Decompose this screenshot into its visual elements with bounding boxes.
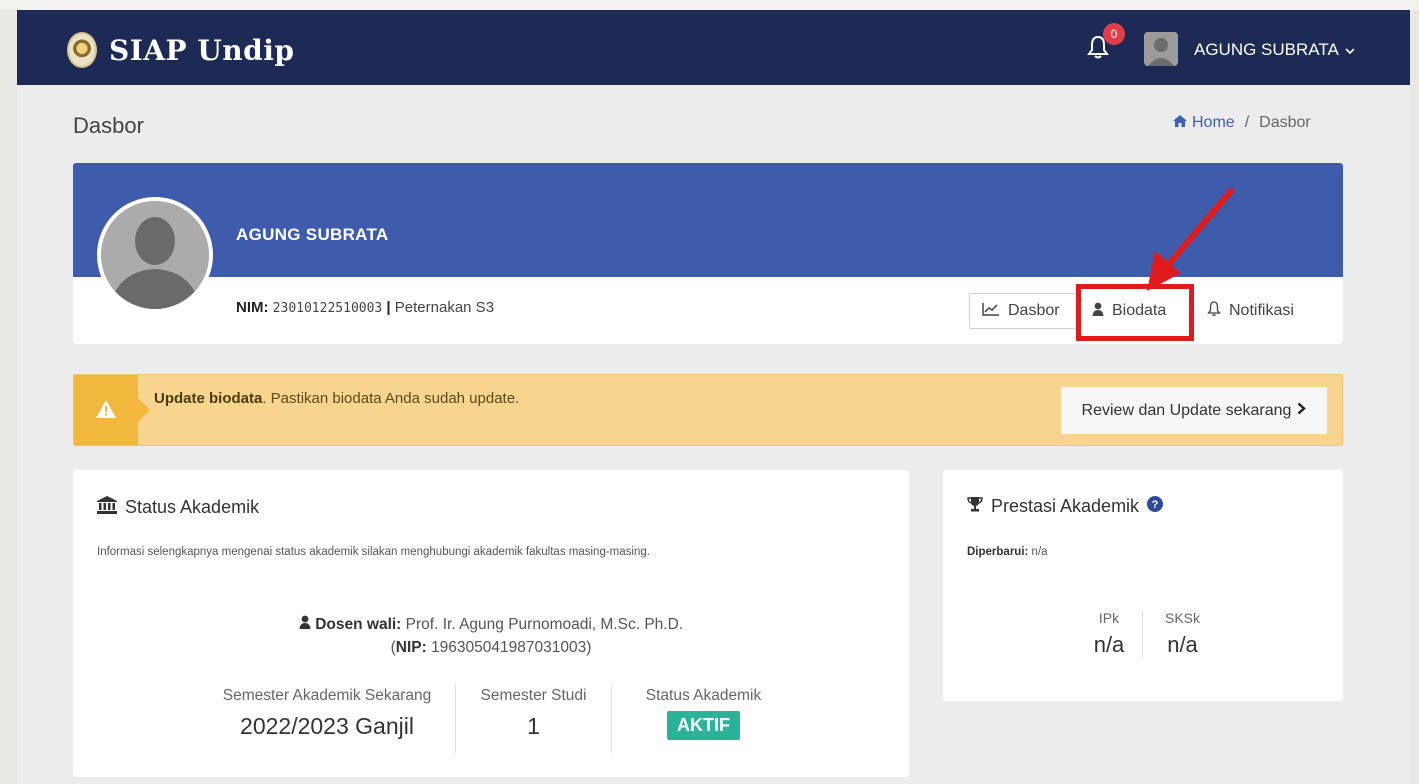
updated-value: n/a <box>1031 546 1048 558</box>
tab-dasbor[interactable]: Dasbor <box>969 293 1077 329</box>
stat-sksk: SKSk n/a <box>1142 610 1222 658</box>
prestasi-stats: IPk n/a SKSk n/a <box>1076 610 1222 658</box>
nim-separator: | <box>386 299 391 316</box>
user-icon <box>299 615 315 633</box>
status-label: Status Akademik <box>645 687 762 704</box>
brand-title: SIAP Undip <box>109 33 295 67</box>
prestasi-title-text: Prestasi Akademik <box>991 496 1140 516</box>
profile-name: AGUNG SUBRATA <box>236 225 389 244</box>
notification-badge: 0 <box>1103 23 1125 45</box>
alert-message: Update biodata. Pastikan biodata Anda su… <box>154 390 519 407</box>
breadcrumb-separator: / <box>1244 114 1250 131</box>
ipk-label: IPk <box>1098 610 1120 626</box>
prestasi-akademik-card: Prestasi Akademik ? Diperbarui: n/a IPk … <box>943 470 1343 701</box>
nip-line: (NIP: 196305041987031003) <box>390 639 592 656</box>
ipk-value: n/a <box>1093 632 1125 657</box>
trophy-icon <box>967 496 983 517</box>
user-menu-name: AGUNG SUBRATA <box>1194 40 1339 59</box>
nim-label: NIM: <box>236 299 269 316</box>
status-badge: AKTIF <box>667 711 740 740</box>
nip-label: NIP: <box>395 639 427 656</box>
status-stats: Semester Akademik Sekarang 2022/2023 Gan… <box>199 683 795 753</box>
question-circle-icon[interactable]: ? <box>1147 496 1164 517</box>
nim-value: 23010122510003 <box>272 301 383 316</box>
alert-text: . Pastikan biodata Anda sudah update. <box>262 390 520 407</box>
breadcrumb-current: Dasbor <box>1259 114 1311 131</box>
red-arrow-icon <box>1133 183 1243 308</box>
page-title: Dasbor <box>73 113 144 138</box>
profile-nim: NIM: 23010122510003 | Peternakan S3 <box>236 299 494 316</box>
stat-semester-studi: Semester Studi 1 <box>455 683 611 753</box>
nip-value: 196305041987031003 <box>431 639 587 656</box>
profile-avatar <box>97 197 213 313</box>
warning-icon <box>96 400 116 423</box>
tab-dasbor-label: Dasbor <box>1008 302 1060 319</box>
status-akademik-title: Status Akademik <box>97 496 259 519</box>
dosen-wali: Dosen wali: Prof. Ir. Agung Purnomoadi, … <box>73 613 909 659</box>
user-menu[interactable]: AGUNG SUBRATA <box>1194 40 1355 60</box>
dosen-label: Dosen wali: <box>315 616 402 633</box>
alert-title: Update biodata <box>154 390 263 407</box>
home-icon <box>1173 114 1187 132</box>
semester-label: Semester Akademik Sekarang <box>222 687 432 704</box>
updated-label: Diperbarui: <box>967 546 1029 558</box>
update-biodata-alert: Update biodata. Pastikan biodata Anda su… <box>73 374 1343 446</box>
prestasi-updated: Diperbarui: n/a <box>967 546 1048 558</box>
institution-icon <box>97 496 117 519</box>
sksk-label: SKSk <box>1164 610 1200 626</box>
navbar: SIAP Undip 0 AGUNG SUBRATA <box>17 10 1410 85</box>
stat-status-akademik: Status Akademik AKTIF <box>611 683 795 753</box>
status-akademik-title-text: Status Akademik <box>125 497 260 517</box>
breadcrumb: Home / Dasbor <box>1173 114 1311 132</box>
app-frame: SIAP Undip 0 AGUNG SUBRATA Dasbor Home /… <box>17 10 1410 784</box>
line-chart-icon <box>982 302 1000 321</box>
studi-label: Semester Studi <box>480 687 587 704</box>
stat-semester-akademik: Semester Akademik Sekarang 2022/2023 Gan… <box>199 683 455 753</box>
top-strip <box>0 0 1419 10</box>
nav-avatar[interactable] <box>1144 32 1178 66</box>
chevron-down-icon <box>1345 40 1355 60</box>
semester-value: 2022/2023 Ganjil <box>240 713 414 739</box>
review-update-label: Review dan Update sekarang <box>1081 401 1292 419</box>
sksk-value: n/a <box>1167 632 1198 657</box>
svg-text:?: ? <box>1152 499 1159 511</box>
profile-card: AGUNG SUBRATA NIM: 23010122510003 | Pete… <box>73 163 1343 344</box>
status-info-text: Informasi selengkapnya mengenai status a… <box>97 546 650 558</box>
breadcrumb-home[interactable]: Home <box>1173 114 1235 132</box>
chevron-right-icon <box>1297 402 1307 420</box>
program-name: Peternakan S3 <box>394 299 495 316</box>
breadcrumb-home-label: Home <box>1192 114 1235 131</box>
undip-logo <box>67 32 97 68</box>
review-update-button[interactable]: Review dan Update sekarang <box>1061 387 1327 434</box>
studi-value: 1 <box>527 713 540 739</box>
status-akademik-card: Status Akademik Informasi selengkapnya m… <box>73 470 909 777</box>
dosen-name: Prof. Ir. Agung Purnomoadi, M.Sc. Ph.D. <box>405 616 684 633</box>
alert-icon-box <box>74 375 150 445</box>
prestasi-title: Prestasi Akademik ? <box>967 496 1164 517</box>
brand[interactable]: SIAP Undip <box>67 30 294 70</box>
stat-ipk: IPk n/a <box>1076 610 1142 658</box>
